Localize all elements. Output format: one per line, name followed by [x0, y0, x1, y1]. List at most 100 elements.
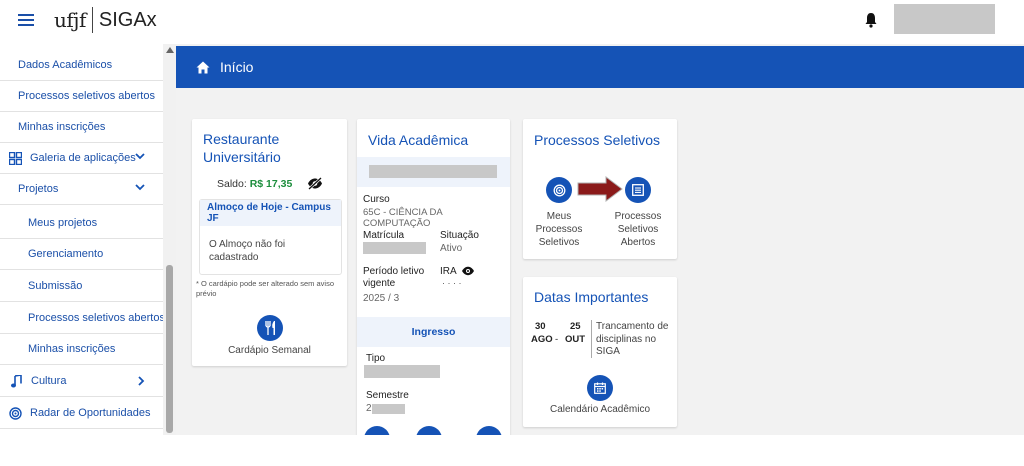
chevron-down-icon — [135, 153, 145, 160]
chevron-right-icon — [138, 376, 145, 386]
hide-balance-icon[interactable] — [307, 177, 323, 190]
meus-processos-label-line: Seletivos — [538, 237, 580, 248]
almoco-text: O Almoço não foi cadastrado — [200, 226, 341, 264]
sidebar-item-gerenciamento[interactable]: Gerenciamento — [0, 239, 163, 270]
date-divider — [591, 320, 592, 358]
date-end-day: 25 — [570, 321, 581, 332]
logo-siga: SIGAx — [98, 8, 157, 31]
vida-action-button-3[interactable] — [476, 426, 502, 435]
meus-processos-label-line: Meus — [546, 211, 572, 222]
semestre-label: Semestre — [366, 390, 409, 401]
student-name-redacted — [369, 165, 497, 178]
restaurante-title-line: Universitário — [203, 149, 281, 165]
datas-importantes-title: Datas Importantes — [534, 289, 649, 305]
cardapio-button[interactable] — [257, 315, 283, 341]
sidebar-item-label: Minhas inscrições — [28, 343, 116, 355]
hamburger-menu-icon[interactable] — [18, 11, 34, 29]
almoco-text-line: O Almoço não foi — [209, 239, 286, 250]
page-banner: Início — [176, 46, 1024, 88]
sidebar-item-label: Projetos — [18, 183, 59, 195]
chevron-down-icon — [135, 184, 145, 191]
cardapio-note: * O cardápio pode ser alterado sem aviso… — [196, 279, 334, 299]
event-description-line: Trancamento de — [596, 321, 669, 332]
sidebar-item-projetos-processos-seletivos-abertos[interactable]: Processos seletivos abertos — [0, 303, 165, 334]
grid-apps-icon — [9, 151, 22, 165]
vida-action-button-1[interactable] — [364, 426, 390, 435]
tipo-label: Tipo — [366, 353, 386, 364]
ira-value-hidden: · · · · — [442, 278, 462, 288]
show-ira-eye-icon[interactable] — [461, 266, 475, 276]
sidebar-item-label: Processos seletivos abertos — [18, 90, 155, 102]
date-start-day: 30 — [535, 321, 546, 332]
fork-knife-icon — [264, 321, 275, 335]
situacao-value: Ativo — [440, 243, 463, 254]
sidebar-item-processos-seletivos-abertos[interactable]: Processos seletivos abertos — [0, 81, 163, 112]
logo-separator — [91, 7, 93, 33]
sidebar-item-dados-academicos[interactable]: Dados Acadêmicos — [0, 50, 163, 81]
cardapio-label[interactable]: Cardápio Semanal — [192, 345, 347, 356]
processos-abertos-label-line: Seletivos — [617, 224, 659, 235]
annotation-arrow-right-icon — [577, 176, 623, 202]
notification-bell-icon[interactable] — [864, 12, 878, 28]
app-logo[interactable]: ufjf SIGAx — [54, 6, 157, 34]
target-icon — [553, 184, 565, 196]
saldo-row: Saldo: R$ 17,35 — [217, 178, 292, 190]
processos-seletivos-title: Processos Seletivos — [534, 132, 661, 148]
cardapio-note-line: prévio — [196, 289, 217, 298]
processos-abertos-label[interactable]: Processos Seletivos Abertos — [607, 210, 669, 249]
cardapio-note-line: * O cardápio pode ser alterado sem aviso — [196, 279, 334, 288]
ira-label: IRA — [440, 266, 457, 277]
curso-value: 65C - CIÊNCIA DA COMPUTAÇÃO — [363, 207, 443, 229]
user-avatar-redacted[interactable] — [894, 4, 995, 34]
periodo-value: 2025 / 3 — [363, 293, 400, 304]
sidebar: Dados Acadêmicos Processos seletivos abe… — [0, 44, 176, 435]
sidebar-item-label: Minhas inscrições — [18, 121, 106, 133]
bottom-strip — [0, 435, 1024, 466]
vida-action-button-2[interactable] — [416, 426, 442, 435]
date-start-month: AGO — [531, 334, 553, 345]
scroll-up-arrow-icon[interactable] — [166, 47, 174, 53]
saldo-label: Saldo: — [217, 178, 250, 190]
home-icon[interactable] — [196, 61, 210, 74]
vida-academica-title: Vida Acadêmica — [368, 132, 469, 148]
sidebar-item-radar-oportunidades[interactable]: Radar de Oportunidades — [0, 398, 163, 429]
sidebar-item-label: Cultura — [31, 375, 67, 387]
meus-processos-button[interactable] — [546, 177, 572, 203]
sidebar-item-label: Radar de Oportunidades — [30, 407, 151, 419]
top-bar: ufjf SIGAx — [0, 0, 1024, 40]
sidebar-item-label: Meus projetos — [28, 217, 98, 229]
restaurante-title: Restaurante Universitário — [203, 130, 281, 166]
main-content: Início Restaurante Universitário Saldo: … — [176, 44, 1024, 435]
calendar-icon — [594, 382, 606, 394]
sidebar-item-submissao[interactable]: Submissão — [0, 271, 163, 302]
calendario-button[interactable] — [587, 375, 613, 401]
ingresso-header: Ingresso — [357, 317, 510, 347]
matricula-label: Matrícula — [363, 230, 405, 241]
situacao-label: Situação — [440, 230, 479, 241]
student-name-row — [357, 157, 510, 187]
music-note-icon — [11, 374, 22, 387]
sidebar-item-projetos-minhas-inscricoes[interactable]: Minhas inscrições — [0, 334, 163, 365]
scrollbar-thumb[interactable] — [166, 265, 173, 433]
sidebar-item-label: Gerenciamento — [28, 248, 104, 260]
periodo-label-line: vigente — [363, 278, 396, 289]
processos-abertos-label-line: Processos — [614, 211, 662, 222]
sidebar-item-minhas-inscricoes[interactable]: Minhas inscrições — [0, 112, 163, 143]
restaurante-card: Restaurante Universitário Saldo: R$ 17,3… — [192, 119, 347, 366]
curso-label: Curso — [363, 194, 390, 205]
calendario-label[interactable]: Calendário Acadêmico — [523, 404, 677, 415]
periodo-label-line: Período letivo — [363, 266, 425, 277]
matricula-value-redacted — [363, 242, 426, 254]
restaurante-title-line: Restaurante — [203, 131, 280, 147]
datas-importantes-card: Datas Importantes 30 25 AGO - OUT Tranca… — [523, 277, 677, 427]
sidebar-scrollbar[interactable] — [163, 44, 176, 435]
sidebar-item-galeria-aplicacoes[interactable]: Galeria de aplicações — [0, 143, 163, 174]
sidebar-item-projetos[interactable]: Projetos — [0, 174, 163, 205]
sidebar-item-meus-projetos[interactable]: Meus projetos — [0, 208, 163, 239]
sidebar-item-cultura[interactable]: Cultura — [0, 366, 163, 397]
meus-processos-label[interactable]: Meus Processos Seletivos — [529, 210, 589, 249]
sidebar-item-label: Processos seletivos abertos — [28, 312, 165, 324]
processos-abertos-button[interactable] — [625, 177, 651, 203]
date-end-month: OUT — [565, 334, 586, 345]
sidebar-item-label: Galeria de aplicações — [30, 152, 136, 164]
